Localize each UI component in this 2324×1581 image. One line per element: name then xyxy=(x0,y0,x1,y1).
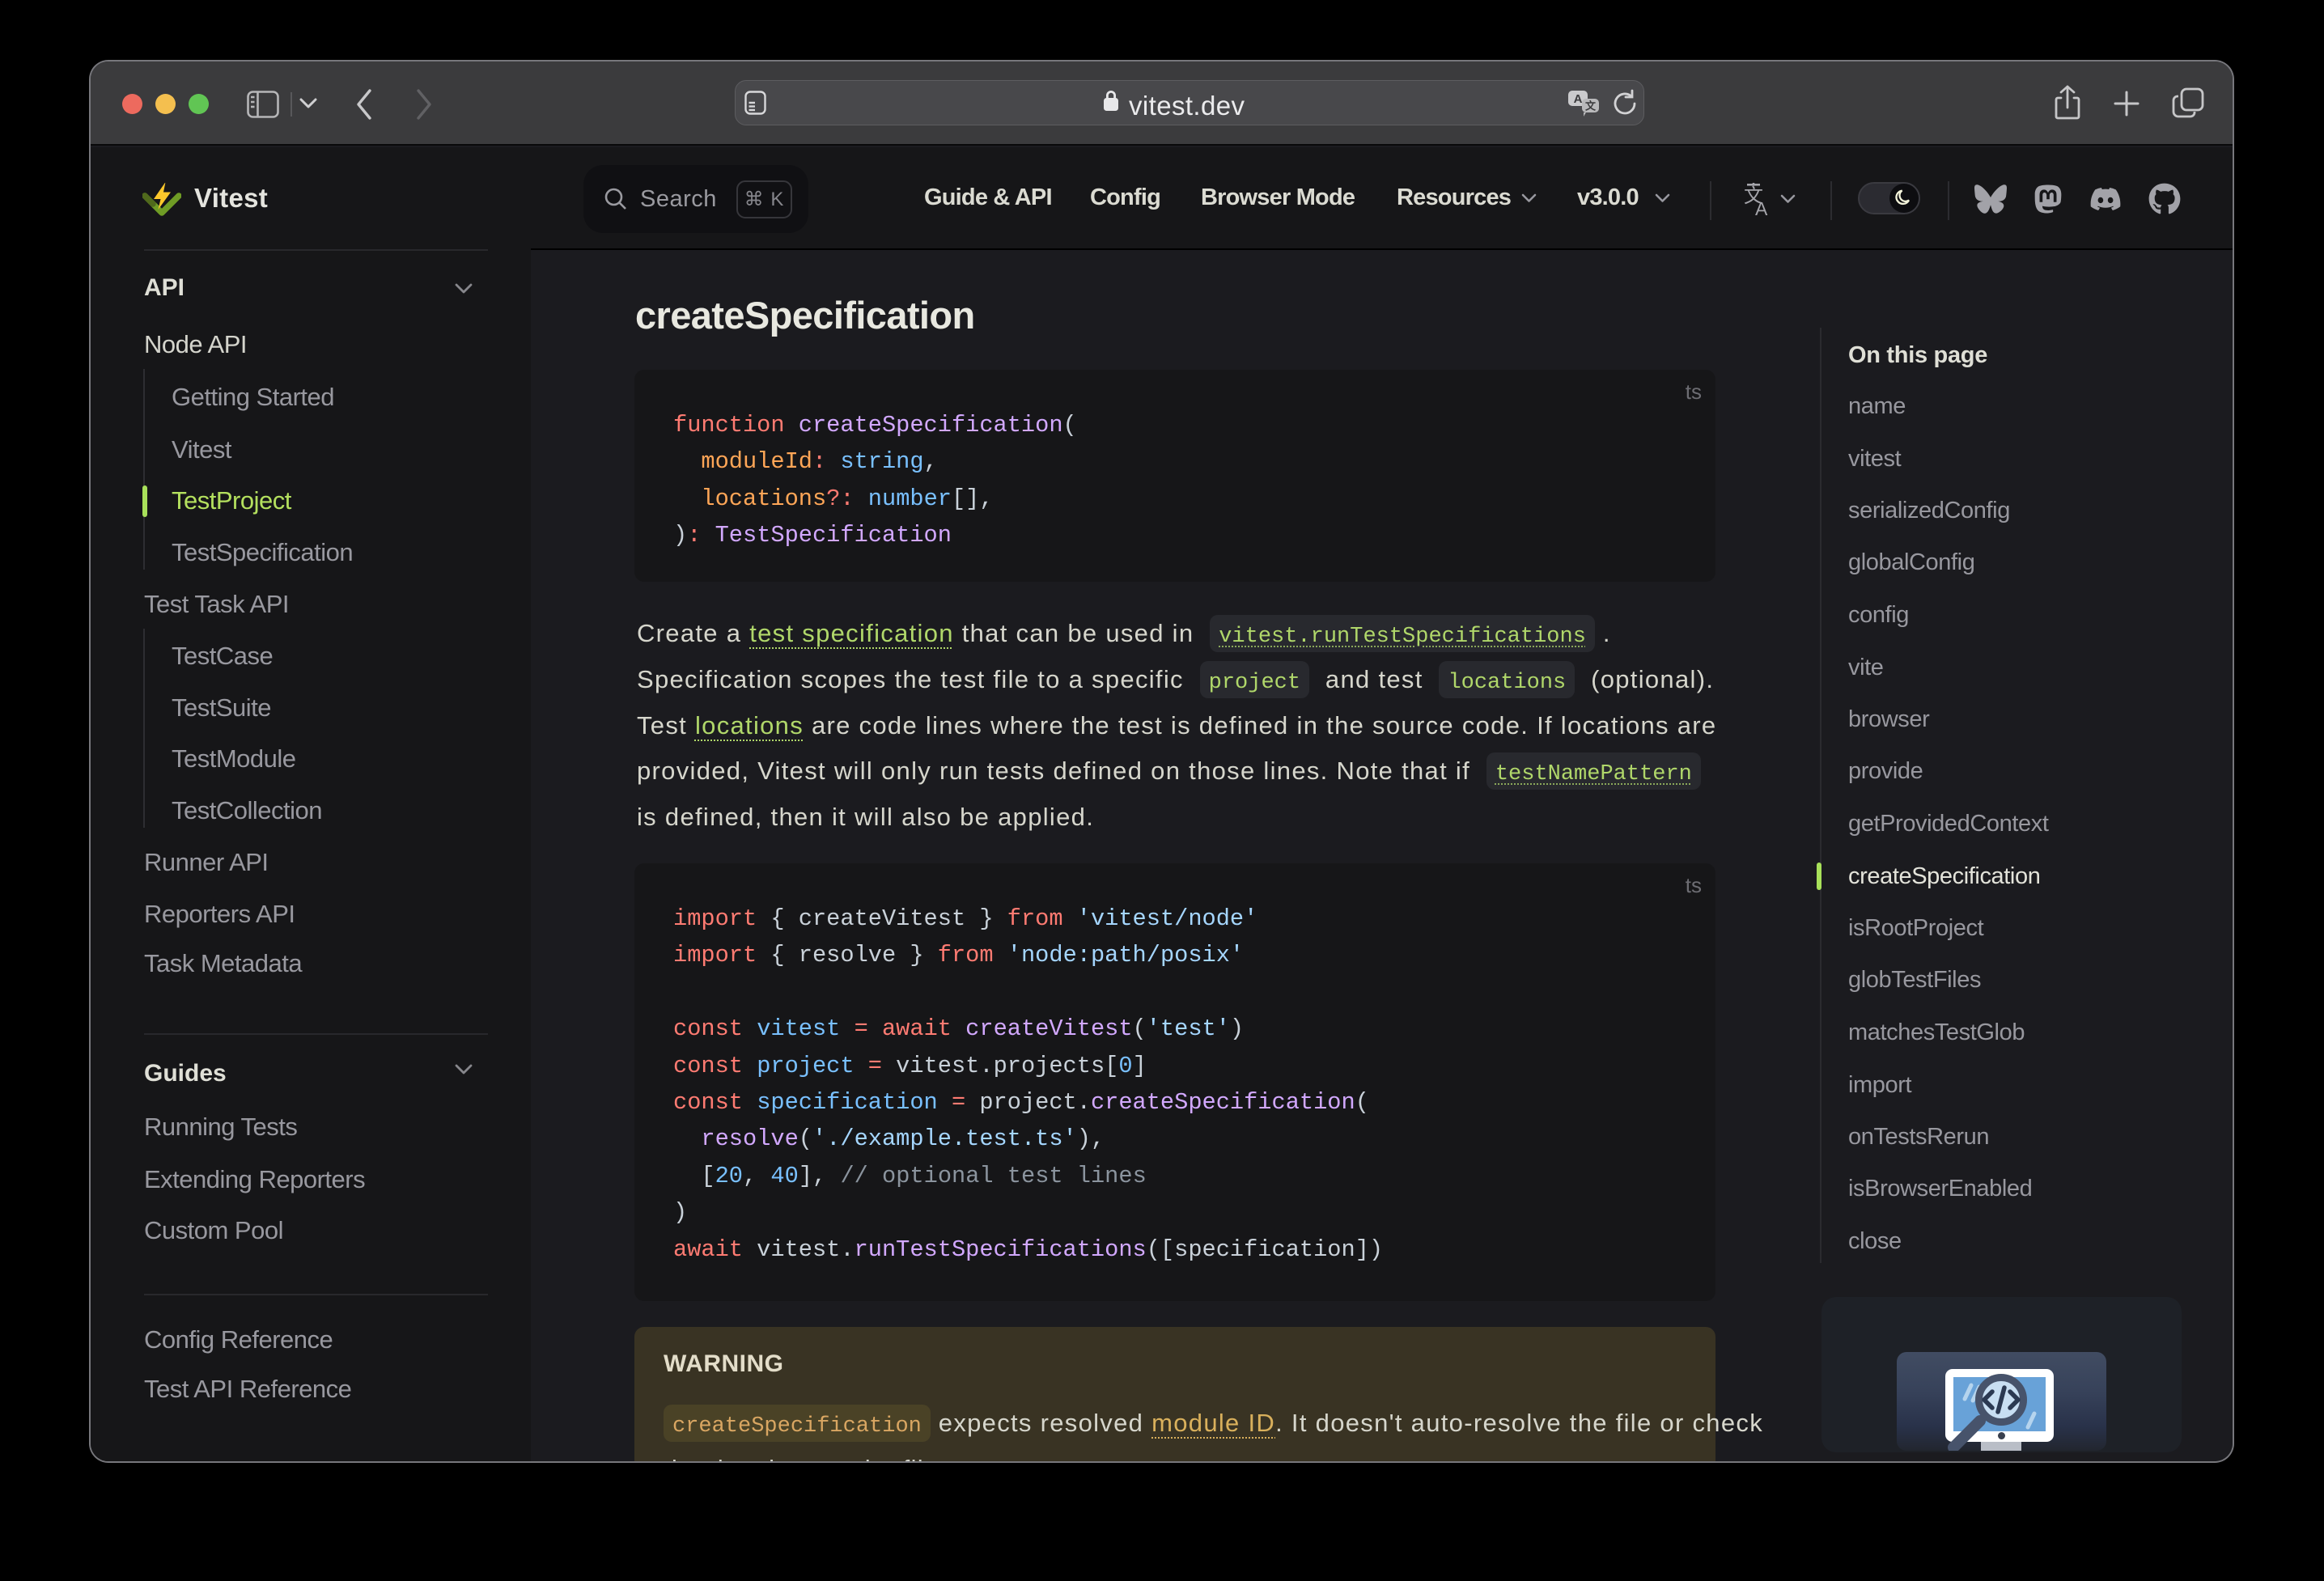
svg-text:A: A xyxy=(1755,198,1768,215)
svg-text:文: 文 xyxy=(1585,100,1597,112)
svg-text:A: A xyxy=(1574,92,1583,106)
